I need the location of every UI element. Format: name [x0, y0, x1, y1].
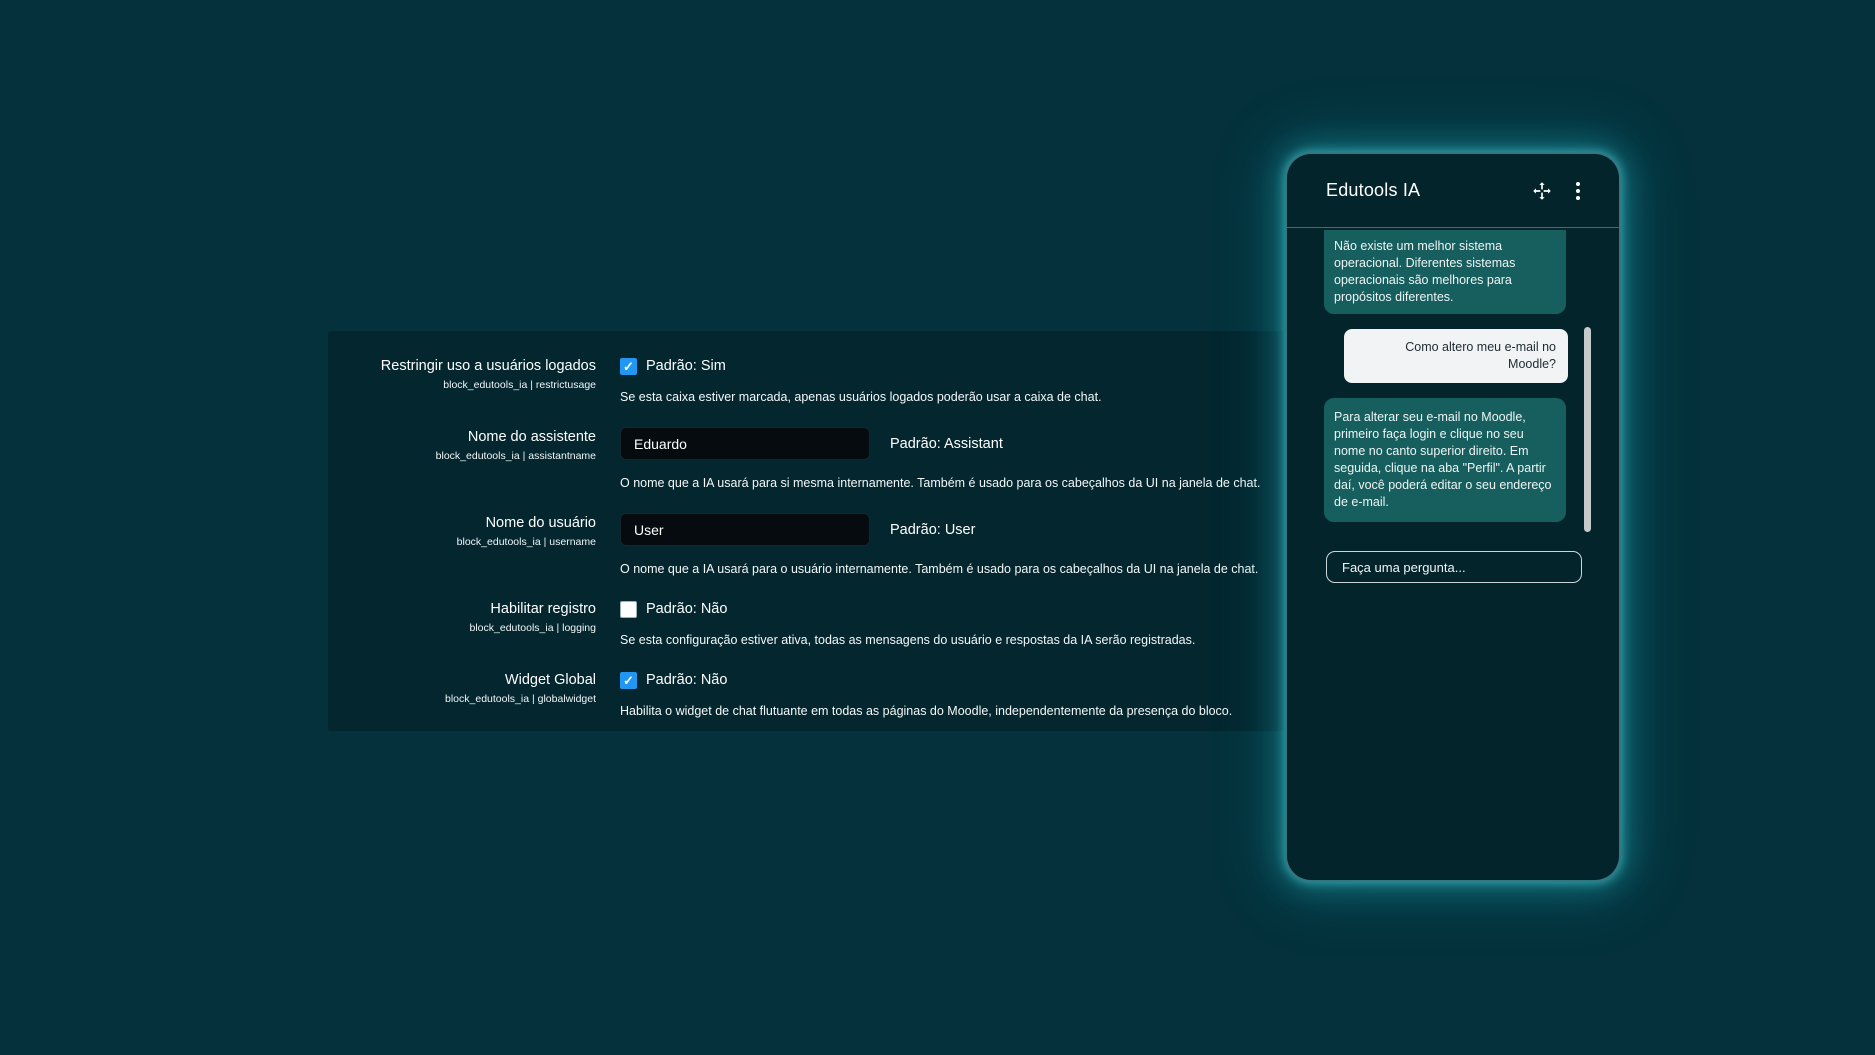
move-icon[interactable] [1531, 180, 1553, 202]
setting-label: Nome do usuário [485, 515, 596, 531]
setting-control: Padrão: Assistant O nome que a IA usará … [620, 427, 1276, 491]
setting-label: Nome do assistente [467, 429, 596, 445]
setting-label: Widget Global [504, 672, 596, 688]
chat-message-list: Não existe um melhor sistema operacional… [1287, 230, 1619, 522]
setting-description: Habilita o widget de chat flutuante em t… [620, 704, 1233, 718]
setting-plugin-id: block_edutools_ia | restrictusage [443, 379, 596, 391]
setting-row-globalwidget: Widget Global block_edutools_ia | global… [346, 670, 1276, 719]
setting-row-logging: Habilitar registro block_edutools_ia | l… [346, 599, 1276, 648]
chat-header: Edutools IA [1287, 154, 1619, 228]
chat-scrollbar-thumb[interactable] [1584, 327, 1591, 532]
user-name-input[interactable] [620, 513, 870, 546]
plugin-settings-panel: Restringir uso a usuários logados block_… [328, 331, 1284, 731]
chat-header-icons [1531, 180, 1589, 202]
setting-row-restrictusage: Restringir uso a usuários logados block_… [346, 356, 1276, 405]
setting-plugin-id: block_edutools_ia | username [456, 536, 596, 548]
setting-label-block: Habilitar registro block_edutools_ia | l… [346, 599, 597, 648]
chat-title: Edutools IA [1326, 180, 1421, 200]
setting-description: O nome que a IA usará para si mesma inte… [620, 476, 1261, 490]
setting-plugin-id: block_edutools_ia | logging [469, 622, 597, 634]
assistant-message: Não existe um melhor sistema operacional… [1324, 230, 1566, 314]
kebab-menu-icon[interactable] [1567, 180, 1589, 202]
setting-label-block: Restringir uso a usuários logados block_… [346, 356, 596, 405]
setting-label-block: Nome do usuário block_edutools_ia | user… [346, 513, 596, 577]
setting-description: Se esta caixa estiver marcada, apenas us… [620, 390, 1102, 404]
setting-control: Padrão: Sim Se esta caixa estiver marcad… [620, 356, 1276, 405]
globalwidget-checkbox[interactable] [620, 671, 637, 689]
default-value-label: Padrão: User [890, 521, 976, 538]
chat-question-input[interactable] [1326, 551, 1582, 583]
page-background: { "settings": { "rows": [ { "label": "Re… [0, 0, 1875, 1055]
default-value-label: Padrão: Não [646, 672, 728, 688]
setting-row-username: Nome do usuário block_edutools_ia | user… [346, 513, 1276, 577]
default-value-label: Padrão: Assistant [890, 435, 1003, 452]
setting-label: Habilitar registro [490, 601, 596, 617]
setting-control: Padrão: Não Habilita o widget de chat fl… [620, 670, 1276, 719]
setting-row-assistantname: Nome do assistente block_edutools_ia | a… [346, 427, 1276, 491]
assistant-message: Para alterar seu e-mail no Moodle, prime… [1324, 398, 1566, 522]
user-message: Como altero meu e-mail no Moodle? [1344, 329, 1568, 383]
assistant-name-input[interactable] [620, 427, 870, 460]
setting-control: Padrão: User O nome que a IA usará para … [620, 513, 1276, 577]
setting-label-block: Widget Global block_edutools_ia | global… [346, 670, 596, 719]
setting-label-block: Nome do assistente block_edutools_ia | a… [346, 427, 596, 491]
setting-description: O nome que a IA usará para o usuário int… [620, 562, 1259, 576]
edutools-chat-widget: Edutools IA Não existe um melhor sistema… [1285, 152, 1621, 882]
default-value-label: Padrão: Não [646, 601, 728, 617]
setting-description: Se esta configuração estiver ativa, toda… [620, 633, 1196, 647]
default-value-label: Padrão: Sim [646, 358, 726, 374]
setting-label: Restringir uso a usuários logados [380, 358, 596, 374]
setting-plugin-id: block_edutools_ia | globalwidget [445, 693, 596, 705]
restrictusage-checkbox[interactable] [620, 357, 637, 375]
setting-plugin-id: block_edutools_ia | assistantname [435, 450, 596, 462]
logging-checkbox[interactable] [620, 600, 637, 618]
setting-control: Padrão: Não Se esta configuração estiver… [620, 599, 1276, 648]
